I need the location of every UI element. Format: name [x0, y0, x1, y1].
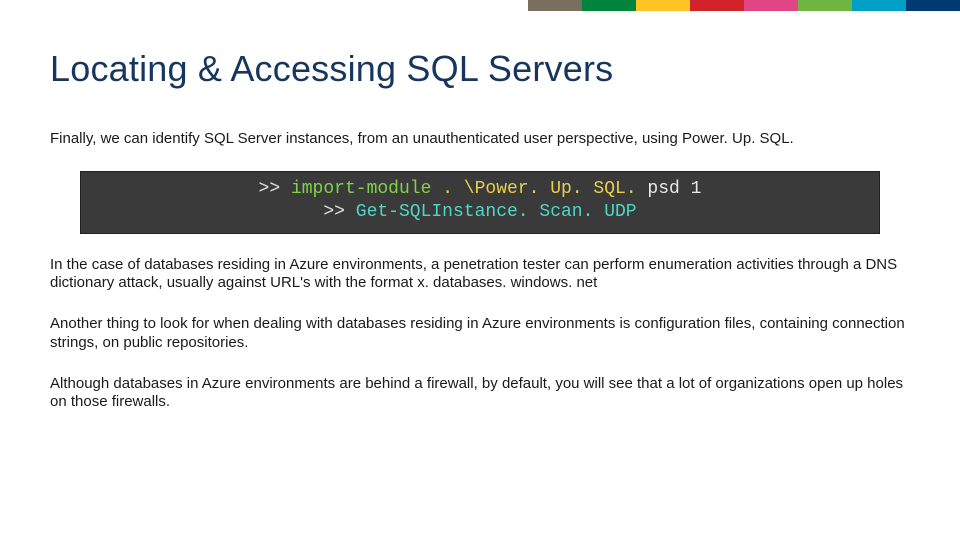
code-prompt: >>: [259, 179, 291, 199]
stripe-segment: [582, 0, 636, 11]
code-line-1: >> import-module . \Power. Up. SQL. psd …: [93, 178, 867, 201]
paragraph-4: Although databases in Azure environments…: [50, 375, 910, 413]
paragraph-1: Finally, we can identify SQL Server inst…: [50, 130, 910, 149]
code-line-2: >> Get-SQLInstance. Scan. UDP: [93, 201, 867, 224]
code-token: psd 1: [647, 179, 701, 199]
stripe-segment: [528, 0, 582, 11]
code-token: import-module: [291, 179, 442, 199]
paragraph-3: Another thing to look for when dealing w…: [50, 315, 910, 353]
stripe-segment: [690, 0, 744, 11]
stripe-segment: [852, 0, 906, 11]
stripe-segment: [906, 0, 960, 11]
code-token: . \Power. Up. SQL.: [442, 179, 647, 199]
stripe-segment: [798, 0, 852, 11]
code-prompt: >>: [323, 202, 355, 222]
code-block: >> import-module . \Power. Up. SQL. psd …: [80, 171, 880, 234]
slide: Locating & Accessing SQL Servers Finally…: [0, 0, 960, 540]
paragraph-2: In the case of databases residing in Azu…: [50, 256, 910, 294]
slide-title: Locating & Accessing SQL Servers: [50, 48, 613, 90]
stripe-segment: [636, 0, 690, 11]
slide-body: Finally, we can identify SQL Server inst…: [50, 130, 910, 412]
stripe-segment: [744, 0, 798, 11]
top-color-stripe: [528, 0, 960, 11]
code-token: Get-SQLInstance. Scan. UDP: [356, 202, 637, 222]
